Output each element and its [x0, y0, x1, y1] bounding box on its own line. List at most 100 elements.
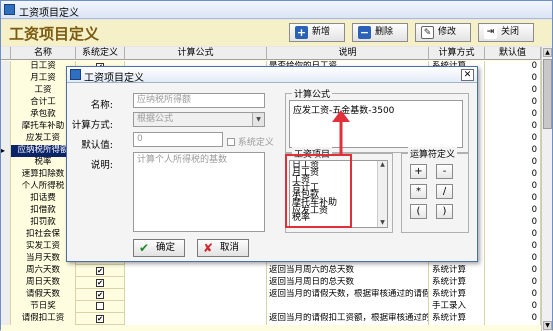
row-indicator[interactable] — [1, 85, 11, 97]
cell-default[interactable]: 0 — [485, 313, 541, 325]
scroll-down-arrow[interactable]: ▼ — [378, 219, 387, 227]
cell-system[interactable]: ✔ — [76, 289, 125, 301]
col-method[interactable]: 计算方式 — [429, 47, 485, 60]
row-indicator[interactable] — [1, 181, 11, 193]
cell-default[interactable]: 0 — [485, 145, 541, 157]
grid-scrollbar[interactable]: ▲ ▼ — [541, 47, 552, 331]
cell-method[interactable]: 手工录入 — [429, 301, 485, 313]
cell-method[interactable]: 系统计算 — [429, 265, 485, 277]
system-checkbox-box[interactable] — [227, 138, 235, 146]
cell-desc[interactable]: 返回当月的请假扣工资额，根据审核通过的请假单计算 — [267, 313, 429, 325]
row-indicator[interactable] — [1, 289, 11, 301]
system-checkbox[interactable] — [96, 302, 104, 310]
op-minus-button[interactable]: - — [436, 164, 453, 179]
cell-desc[interactable]: 返回当月的请假天数，根据审核通过的请假单计算 — [267, 289, 429, 301]
row-indicator[interactable] — [1, 133, 11, 145]
system-checkbox[interactable]: ✔ — [96, 267, 104, 275]
row-indicator[interactable] — [1, 313, 11, 325]
col-name[interactable]: 名称 — [11, 47, 76, 60]
op-lparen-button[interactable]: ( — [410, 204, 427, 219]
op-rparen-button[interactable]: ) — [436, 204, 453, 219]
col-formula[interactable]: 计算公式 — [125, 47, 267, 60]
dialog-close-button[interactable]: ✕ — [461, 69, 474, 81]
row-indicator[interactable] — [1, 241, 11, 253]
table-row[interactable]: 周日天数 ✔ 返回当月周日的总天数 系统计算 0 — [1, 277, 541, 289]
row-indicator[interactable] — [1, 301, 11, 313]
cell-system[interactable] — [76, 301, 125, 313]
cell-default[interactable]: 0 — [485, 217, 541, 229]
table-row[interactable]: 节日奖 手工录入 0 — [1, 301, 541, 313]
cancel-button[interactable]: ✘ 取消 — [197, 239, 249, 257]
cell-formula[interactable] — [125, 301, 267, 313]
system-checkbox[interactable]: ✔ — [96, 291, 104, 299]
chevron-down-icon[interactable]: ▼ — [252, 113, 264, 126]
cell-system[interactable]: ✔ — [76, 265, 125, 277]
cell-default[interactable]: 0 — [485, 133, 541, 145]
scroll-up-arrow[interactable]: ▲ — [543, 48, 552, 57]
row-indicator[interactable] — [1, 193, 11, 205]
formula-textarea[interactable]: 应发工资-五金基数-3500 — [289, 100, 463, 148]
col-system[interactable]: 系统定义 — [76, 47, 125, 60]
cell-default[interactable]: 0 — [485, 157, 541, 169]
cell-default[interactable]: 0 — [485, 289, 541, 301]
cell-system[interactable]: ✔ — [76, 277, 125, 289]
cell-name[interactable]: 周日天数 — [11, 277, 76, 289]
cell-default[interactable]: 0 — [485, 193, 541, 205]
cell-name[interactable]: 节日奖 — [11, 301, 76, 313]
col-desc[interactable]: 说明 — [267, 47, 429, 60]
row-indicator[interactable] — [1, 277, 11, 289]
cell-default[interactable]: 0 — [485, 265, 541, 277]
name-field[interactable]: 应纳税所得额 — [133, 93, 265, 108]
table-row[interactable]: 周六天数 ✔ 返回当月周六的总天数 系统计算 0 — [1, 265, 541, 277]
op-divide-button[interactable]: / — [436, 184, 453, 199]
cell-default[interactable]: 0 — [485, 253, 541, 265]
delete-button[interactable]: − 删除 — [352, 23, 408, 42]
row-indicator[interactable] — [1, 121, 11, 133]
row-indicator[interactable] — [1, 253, 11, 265]
col-default[interactable]: 默认值 — [485, 47, 541, 60]
cell-default[interactable]: 0 — [485, 169, 541, 181]
add-button[interactable]: + 新增 — [289, 23, 345, 42]
table-row[interactable]: 请假天数 ✔ 返回当月的请假天数，根据审核通过的请假单计算系统计算0 — [1, 289, 541, 301]
cell-default[interactable]: 0 — [485, 97, 541, 109]
cell-default[interactable]: 0 — [485, 181, 541, 193]
cell-name[interactable]: 周六天数 — [11, 265, 76, 277]
cell-default[interactable]: 0 — [485, 277, 541, 289]
row-indicator[interactable] — [1, 169, 11, 181]
cell-method[interactable]: 系统计算 — [429, 289, 485, 301]
row-indicator[interactable]: ▸ — [1, 145, 11, 157]
cell-default[interactable]: 0 — [485, 109, 541, 121]
cell-formula[interactable] — [125, 277, 267, 289]
cell-system[interactable]: ✔ — [76, 313, 125, 325]
default-field[interactable]: 0 — [133, 132, 223, 147]
op-plus-button[interactable]: + — [410, 164, 427, 179]
row-indicator[interactable] — [1, 157, 11, 169]
table-row[interactable]: 请假扣工资 ✔ 返回当月的请假扣工资额，根据审核通过的请假单计算系统计算0 — [1, 313, 541, 325]
scroll-up-arrow[interactable]: ▲ — [378, 161, 387, 169]
cell-default[interactable]: 0 — [485, 229, 541, 241]
scroll-thumb[interactable] — [543, 59, 552, 129]
system-checkbox[interactable]: 系统定义 — [227, 135, 274, 148]
list-item[interactable]: 税率 — [290, 214, 387, 223]
cell-name[interactable]: 请假扣工资 — [11, 313, 76, 325]
row-indicator[interactable] — [1, 265, 11, 277]
row-indicator[interactable] — [1, 97, 11, 109]
row-indicator[interactable] — [1, 205, 11, 217]
row-indicator[interactable] — [1, 217, 11, 229]
cell-default[interactable]: 0 — [485, 61, 541, 73]
cell-default[interactable]: 0 — [485, 205, 541, 217]
cell-formula[interactable] — [125, 289, 267, 301]
op-multiply-button[interactable]: * — [410, 184, 427, 199]
scroll-down-arrow[interactable]: ▼ — [543, 321, 552, 330]
cell-method[interactable]: 系统计算 — [429, 277, 485, 289]
cell-method[interactable]: 系统计算 — [429, 313, 485, 325]
cell-desc[interactable]: 返回当月周日的总天数 — [267, 277, 429, 289]
cell-formula[interactable] — [125, 265, 267, 277]
cell-default[interactable]: 0 — [485, 73, 541, 85]
cell-desc[interactable] — [267, 301, 429, 313]
cell-formula[interactable] — [125, 313, 267, 325]
ok-button[interactable]: ✔ 确定 — [133, 239, 185, 257]
close-button[interactable]: ⇥ 关闭 — [478, 23, 534, 42]
cell-name[interactable]: 请假天数 — [11, 289, 76, 301]
desc-textarea[interactable]: 计算个人所得税的基数 — [133, 152, 265, 232]
